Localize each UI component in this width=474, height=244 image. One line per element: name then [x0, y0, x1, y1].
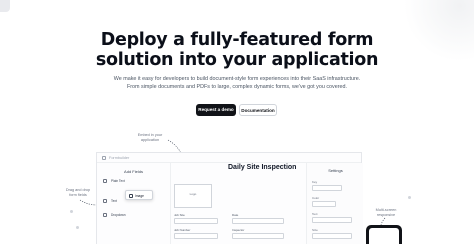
- text-icon: [103, 179, 107, 184]
- field-label: Plain Text: [111, 179, 125, 183]
- setting-text-input[interactable]: [312, 217, 352, 223]
- form-document: Logo Daily Site Inspection Job Site Date…: [170, 152, 302, 244]
- field-plain-text[interactable]: Plain Text: [103, 177, 159, 185]
- setting-label: Key: [312, 180, 318, 184]
- logo-placeholder-label: Logo: [189, 192, 197, 196]
- fields-panel-heading: Add Fields: [124, 169, 143, 174]
- setting-label: Size: [312, 228, 318, 232]
- job-number-label: Job Number: [174, 228, 191, 232]
- decor-dot: [408, 196, 411, 199]
- dragged-field-label: Image: [135, 194, 144, 198]
- mobile-screen: [369, 228, 399, 244]
- image-icon: [129, 194, 133, 198]
- text-field-icon: [103, 199, 107, 204]
- setting-size-input[interactable]: [312, 233, 352, 239]
- document-title: Daily Site Inspection: [228, 164, 297, 171]
- field-dropdown[interactable]: Dropdown: [103, 211, 159, 219]
- date-input[interactable]: [232, 218, 284, 224]
- dropdown-icon: [103, 213, 107, 218]
- app-window-title: Formbuilder: [109, 155, 130, 160]
- job-number-input[interactable]: [174, 233, 218, 239]
- menu-icon[interactable]: [102, 156, 106, 160]
- job-site-label: Job Site: [174, 213, 185, 217]
- inspector-label: Inspector: [232, 228, 245, 232]
- decor-dot: [70, 210, 73, 213]
- inspector-input[interactable]: [232, 233, 284, 239]
- settings-panel: Settings Key Color Text Size: [306, 163, 363, 244]
- field-label: Text: [111, 199, 117, 203]
- fields-panel: Add Fields Plain Text Text Dropdown: [97, 163, 171, 244]
- decor-dot: [76, 226, 79, 229]
- dragged-field-card[interactable]: Image: [125, 190, 153, 200]
- settings-panel-heading: Settings: [328, 168, 343, 173]
- date-label: Date: [232, 213, 239, 217]
- job-site-input[interactable]: [174, 218, 218, 224]
- field-label: Dropdown: [111, 213, 126, 217]
- setting-label: Color: [312, 196, 320, 200]
- mobile-preview: [366, 225, 402, 244]
- setting-label: Text: [312, 212, 318, 216]
- setting-color-input[interactable]: [312, 201, 336, 207]
- setting-key-input[interactable]: [312, 185, 342, 191]
- logo-placeholder[interactable]: Logo: [174, 184, 212, 208]
